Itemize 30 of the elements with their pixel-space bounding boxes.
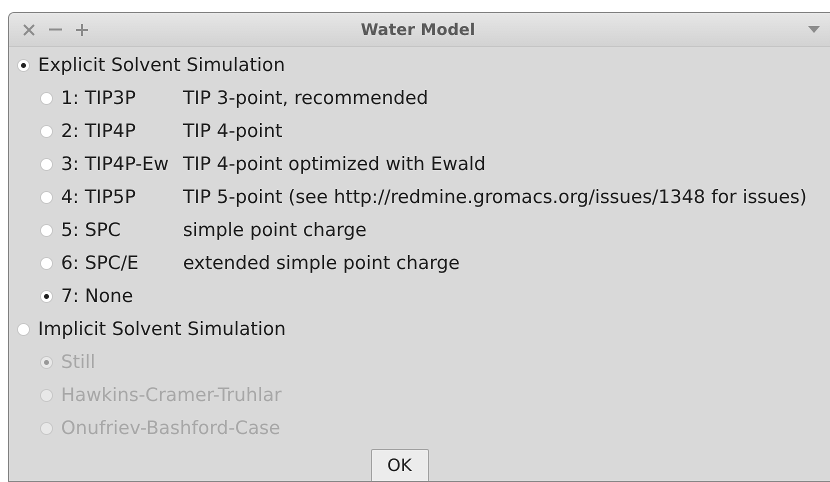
option-description: TIP 4-point optimized with Ewald bbox=[183, 154, 486, 175]
group-label: Explicit Solvent Simulation bbox=[38, 55, 286, 76]
radio-button[interactable] bbox=[40, 92, 53, 105]
option-label: 1: TIP3P bbox=[61, 88, 137, 109]
option-description: TIP 5-point (see http://redmine.gromacs.org/issues/1348 for issues) bbox=[183, 187, 807, 208]
option-description: extended simple point charge bbox=[183, 253, 460, 274]
radio-button[interactable] bbox=[40, 125, 53, 138]
group-label: Implicit Solvent Simulation bbox=[38, 319, 286, 340]
option-description: TIP 4-point bbox=[183, 121, 282, 142]
maximize-icon[interactable] bbox=[76, 24, 88, 36]
option-label: 3: TIP4P-Ew bbox=[61, 154, 169, 175]
radio-button[interactable] bbox=[17, 59, 30, 72]
close-icon[interactable] bbox=[23, 24, 35, 36]
option-label: 7: None bbox=[61, 286, 134, 307]
option-description: TIP 3-point, recommended bbox=[183, 88, 428, 109]
ok-button[interactable]: OK bbox=[370, 449, 428, 481]
option-label: 5: SPC bbox=[61, 220, 122, 241]
radio-button[interactable] bbox=[40, 224, 53, 237]
option-description: simple point charge bbox=[183, 220, 367, 241]
radio-button[interactable] bbox=[40, 158, 53, 171]
option-label: 2: TIP4P bbox=[61, 121, 137, 142]
dropdown-icon[interactable] bbox=[808, 26, 820, 33]
radio-button[interactable] bbox=[40, 191, 53, 204]
radio-button[interactable] bbox=[40, 290, 53, 303]
option-label: 6: SPC/E bbox=[61, 253, 140, 274]
radio-button[interactable] bbox=[17, 323, 30, 336]
radio-button[interactable] bbox=[40, 257, 53, 270]
window-title: Water Model bbox=[360, 20, 476, 39]
option-label: 4: TIP5P bbox=[61, 187, 137, 208]
minimize-icon[interactable] bbox=[49, 28, 62, 31]
